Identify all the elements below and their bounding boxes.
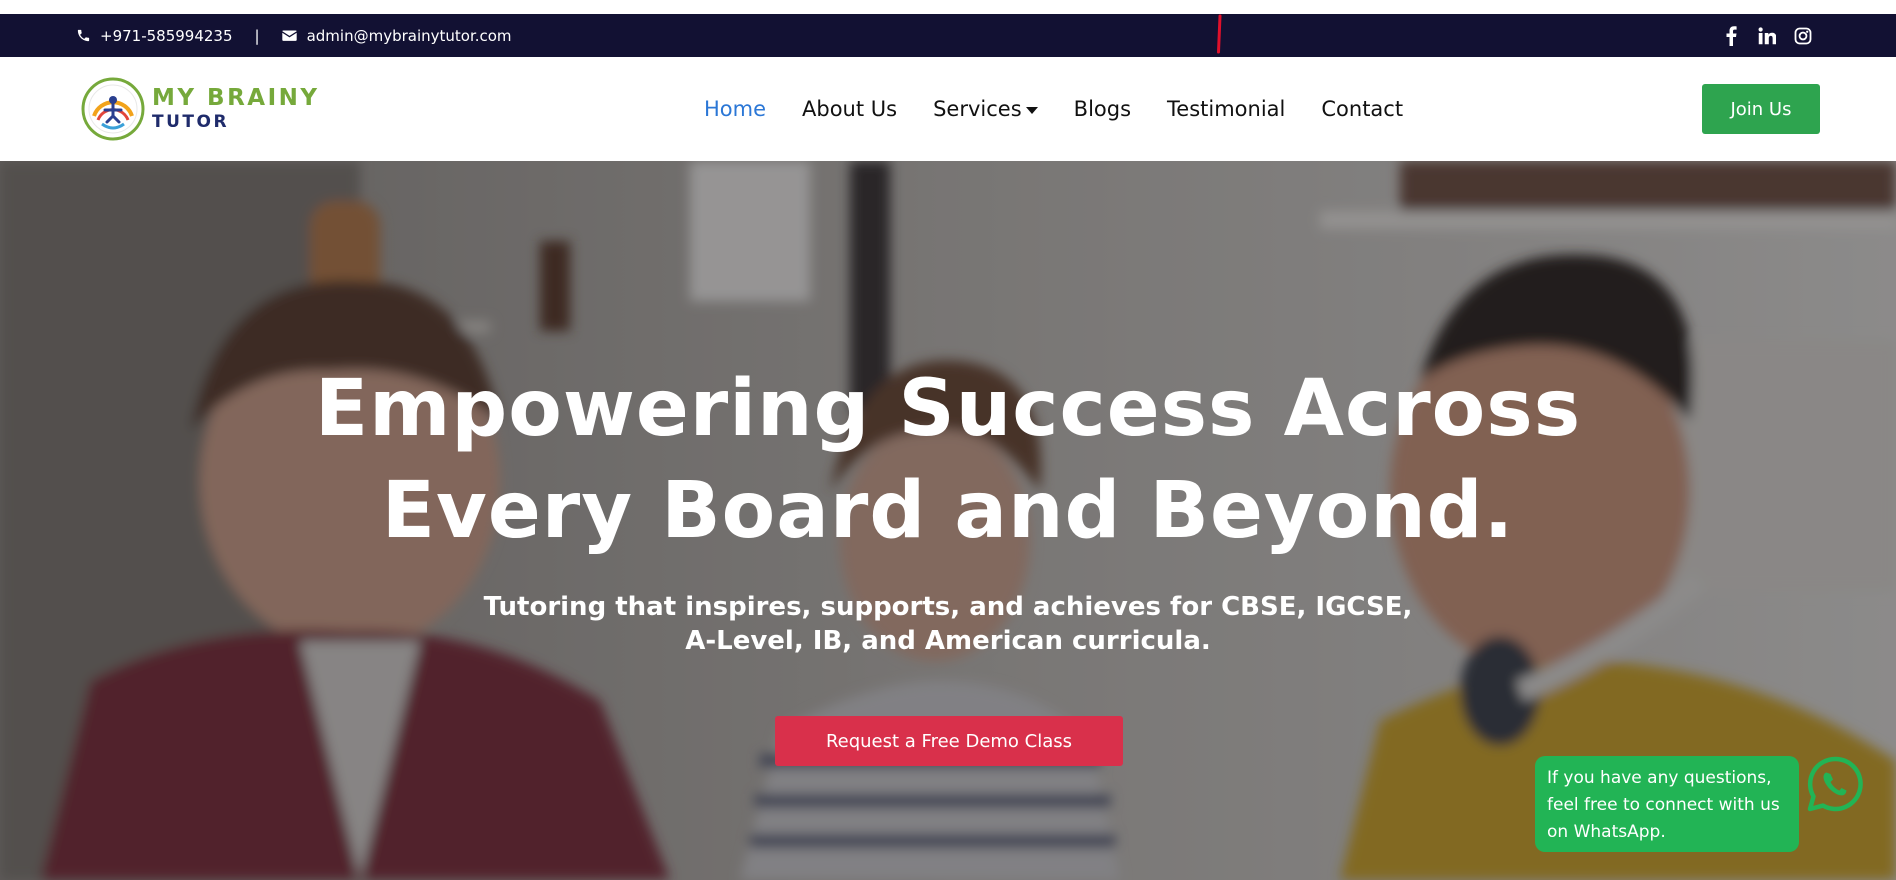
nav-menu: Home About Us Services Blogs Testimonial… <box>704 57 1403 161</box>
contact-separator: | <box>254 26 260 45</box>
facebook-icon[interactable] <box>1722 25 1740 46</box>
hero-subtitle-line1: Tutoring that inspires, supports, and ac… <box>483 592 1413 622</box>
envelope-icon <box>282 28 298 44</box>
email-address: admin@mybrainytutor.com <box>306 26 512 45</box>
nav-testimonial[interactable]: Testimonial <box>1167 97 1285 121</box>
hero-title-line2: Every Board and Beyond. <box>381 466 1515 556</box>
nav-services-label: Services <box>933 97 1022 121</box>
hero-section: Empowering Success Across Every Board an… <box>0 161 1896 880</box>
nav-about-us[interactable]: About Us <box>802 97 897 121</box>
request-demo-button[interactable]: Request a Free Demo Class <box>775 716 1123 766</box>
nav-home[interactable]: Home <box>704 97 766 121</box>
brand-line1: MY BRAINY <box>152 85 320 111</box>
hero-subtitle: Tutoring that inspires, supports, and ac… <box>0 590 1896 658</box>
phone-icon <box>75 28 91 44</box>
brand-name: MY BRAINY TUTOR <box>152 87 320 131</box>
linkedin-icon[interactable] <box>1758 26 1776 45</box>
hero-subtitle-line2: A-Level, IB, and American curricula. <box>685 626 1211 656</box>
whatsapp-icon[interactable] <box>1806 755 1864 813</box>
social-links <box>1722 14 1812 57</box>
nav-contact[interactable]: Contact <box>1321 97 1403 121</box>
hero-title: Empowering Success Across Every Board an… <box>0 358 1896 562</box>
caret-down-icon <box>1025 106 1038 114</box>
main-navbar: MY BRAINY TUTOR Home About Us Services B… <box>0 57 1896 161</box>
brand-line2: TUTOR <box>152 112 230 132</box>
nav-services[interactable]: Services <box>933 97 1038 121</box>
red-marker-icon <box>1217 14 1222 54</box>
instagram-icon[interactable] <box>1794 27 1812 45</box>
top-contact-bar: +971-585994235 | admin@mybrainytutor.com <box>0 14 1896 57</box>
join-us-button[interactable]: Join Us <box>1702 84 1820 134</box>
logo-badge-icon <box>81 77 145 141</box>
phone-number: +971-585994235 <box>100 26 233 45</box>
contact-info: +971-585994235 | admin@mybrainytutor.com <box>75 14 512 57</box>
hero-title-line1: Empowering Success Across <box>314 364 1582 454</box>
nav-blogs[interactable]: Blogs <box>1074 97 1131 121</box>
email-link[interactable]: admin@mybrainytutor.com <box>282 27 512 45</box>
whatsapp-message-bubble[interactable]: If you have any questions, feel free to … <box>1535 756 1799 852</box>
brand-logo[interactable]: MY BRAINY TUTOR <box>80 75 320 143</box>
phone-link[interactable]: +971-585994235 <box>75 27 233 45</box>
